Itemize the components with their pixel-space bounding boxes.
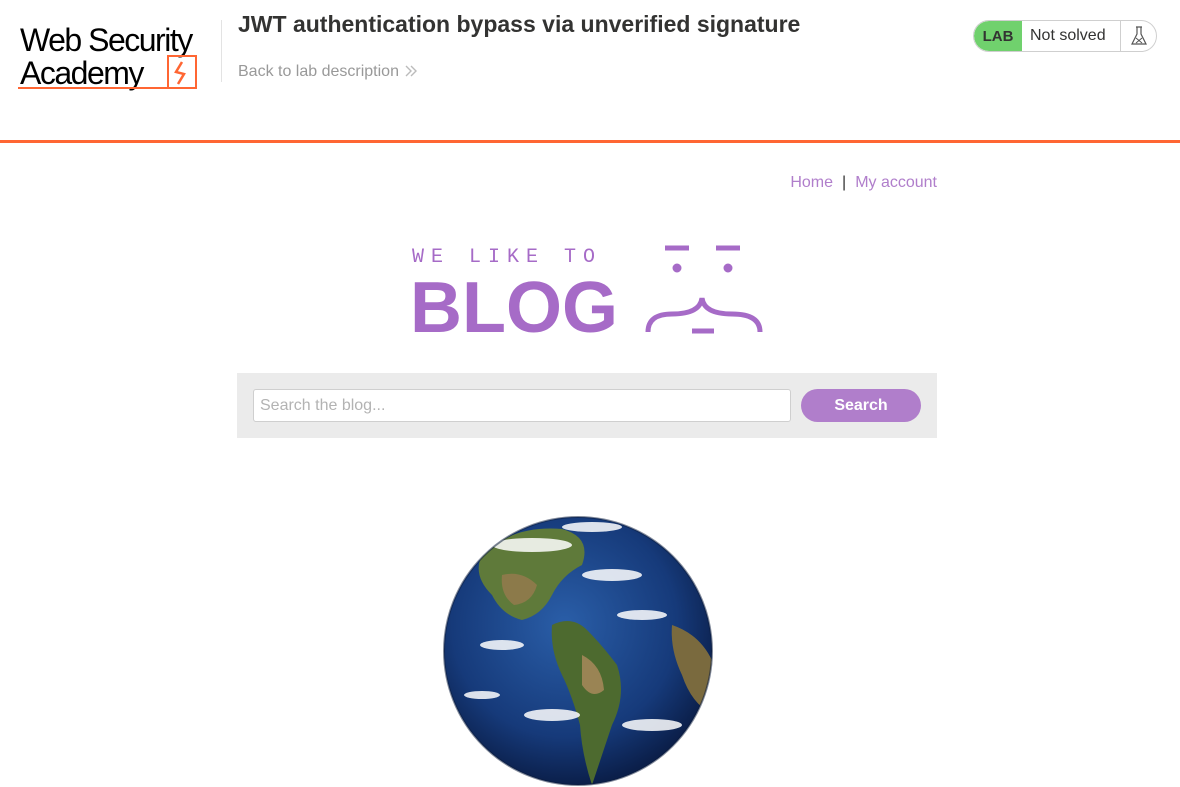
nav-home-link[interactable]: Home — [790, 174, 833, 191]
top-nav: Home | My account — [790, 174, 937, 192]
nav-separator: | — [842, 174, 847, 191]
lab-status-text: Not solved — [1022, 21, 1121, 51]
logo-line1: Web Security — [20, 22, 193, 58]
header-accent-rule — [0, 140, 1180, 143]
search-input[interactable] — [253, 389, 791, 422]
back-to-lab-description-link[interactable]: Back to lab description — [238, 63, 417, 82]
blog-search-form: Search — [237, 373, 937, 438]
flask-icon — [1121, 21, 1156, 51]
lab-header: Web Security Academy JWT authentication … — [0, 0, 1180, 143]
banner-word: BLOG — [410, 268, 618, 337]
back-link-label: Back to lab description — [238, 63, 399, 80]
blog-face-icon — [645, 245, 763, 334]
banner-tagline: WE LIKE TO — [412, 246, 602, 269]
lab-status-widget: LAB Not solved — [973, 20, 1157, 52]
search-button[interactable]: Search — [801, 389, 921, 422]
earth-globe-image[interactable] — [442, 515, 714, 787]
web-security-academy-logo[interactable]: Web Security Academy — [18, 18, 218, 92]
logo-line2: Academy — [20, 55, 144, 91]
lab-badge: LAB — [974, 21, 1022, 51]
header-divider — [221, 20, 222, 82]
nav-my-account-link[interactable]: My account — [855, 174, 937, 191]
lab-title: JWT authentication bypass via unverified… — [238, 11, 801, 37]
double-chevron-right-icon — [405, 64, 417, 82]
we-like-to-blog-banner: WE LIKE TO BLOG — [410, 245, 763, 337]
